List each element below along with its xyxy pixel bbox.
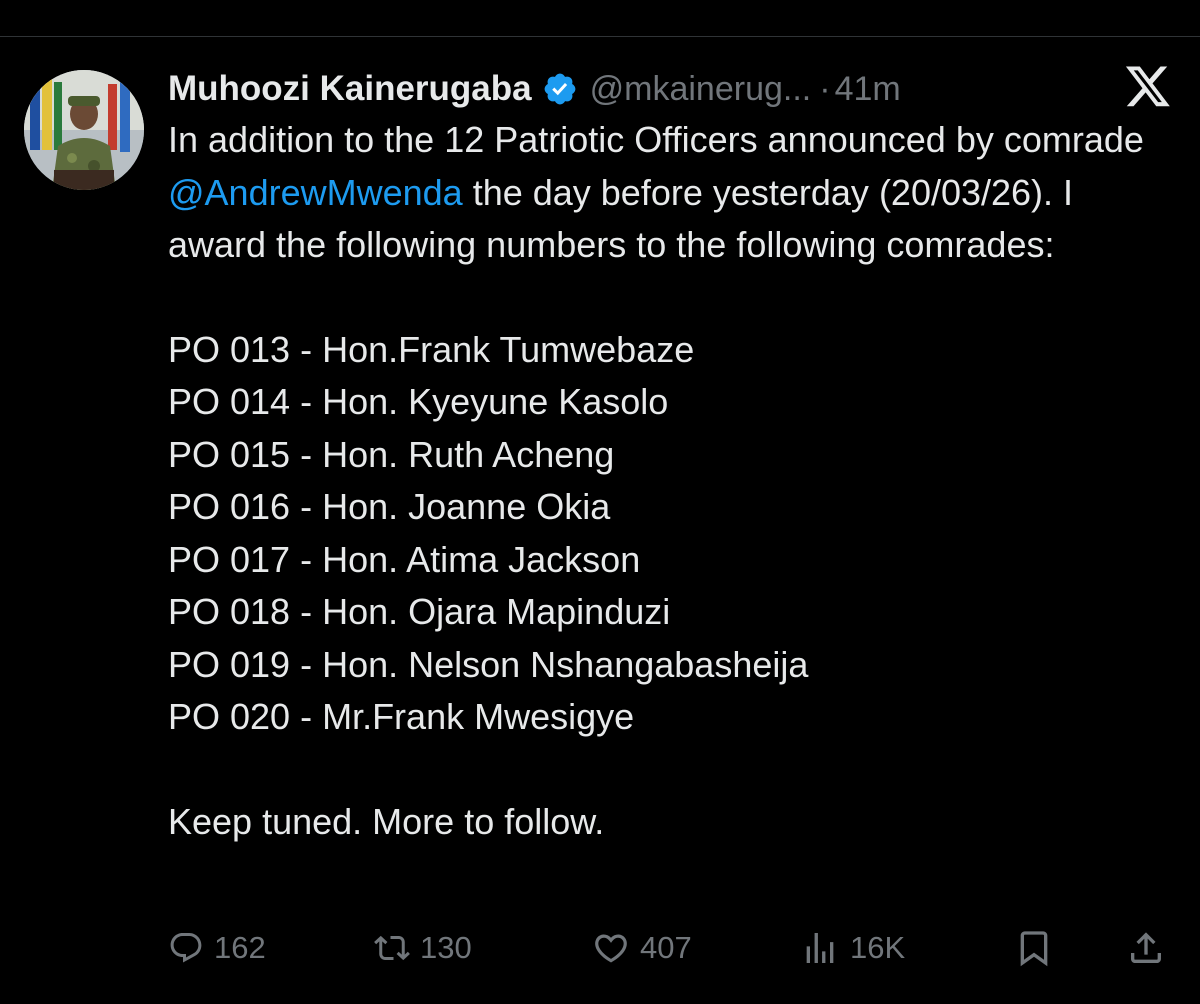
list-item: PO 015 - Hon. Ruth Acheng xyxy=(168,433,615,475)
like-button[interactable]: 407 xyxy=(592,920,692,976)
author-avatar[interactable] xyxy=(24,70,144,190)
reply-button[interactable]: 162 xyxy=(168,920,266,976)
bookmark-icon xyxy=(1014,928,1054,968)
tweet-closing: Keep tuned. More to follow. xyxy=(168,800,605,842)
awards-list: PO 013 - Hon.Frank Tumwebaze PO 014 - Ho… xyxy=(168,324,1178,744)
author-name[interactable]: Muhoozi Kainerugaba xyxy=(168,69,532,109)
meta-separator: · xyxy=(819,69,831,108)
list-item: PO 013 - Hon.Frank Tumwebaze xyxy=(168,328,695,370)
mention-link[interactable]: @AndrewMwenda xyxy=(168,172,463,213)
list-item: PO 019 - Hon. Nelson Nshangabasheija xyxy=(168,643,809,685)
views-count: 16K xyxy=(850,930,906,965)
reply-icon xyxy=(168,930,204,966)
repost-count: 130 xyxy=(420,930,472,965)
intro-text-before: In addition to the 12 Patriotic Officers… xyxy=(168,119,1144,160)
post-time[interactable]: 41m xyxy=(835,70,901,109)
list-item: PO 017 - Hon. Atima Jackson xyxy=(168,538,641,580)
heart-icon xyxy=(592,929,630,967)
list-item: PO 016 - Hon. Joanne Okia xyxy=(168,486,611,527)
tweet-header: Muhoozi Kainerugaba @mkainerug... · 41m xyxy=(168,62,901,116)
tweet-intro: In addition to the 12 Patriotic Officers… xyxy=(168,114,1178,272)
views-button[interactable]: 16K xyxy=(800,920,905,976)
list-item: PO 014 - Hon. Kyeyune Kasolo xyxy=(168,381,669,422)
repost-button[interactable]: 130 xyxy=(374,920,472,976)
list-item: PO 020 - Mr.Frank Mwesigye xyxy=(168,696,635,737)
tweet-text: In addition to the 12 Patriotic Officers… xyxy=(168,114,1178,848)
x-logo-icon xyxy=(1124,64,1172,110)
top-divider xyxy=(0,36,1200,37)
list-item: PO 018 - Hon. Ojara Mapinduzi xyxy=(168,591,671,632)
verified-badge-icon xyxy=(542,71,578,107)
like-count: 407 xyxy=(640,930,692,965)
share-icon xyxy=(1126,928,1166,968)
bookmark-button[interactable] xyxy=(1014,920,1054,976)
reply-count: 162 xyxy=(214,930,266,965)
avatar-photo xyxy=(24,70,144,190)
author-handle[interactable]: @mkainerug... xyxy=(590,70,812,109)
action-bar: 162 130 407 16K xyxy=(168,920,1168,976)
share-button[interactable] xyxy=(1126,920,1166,976)
repost-icon xyxy=(374,930,410,966)
views-icon xyxy=(800,928,840,968)
